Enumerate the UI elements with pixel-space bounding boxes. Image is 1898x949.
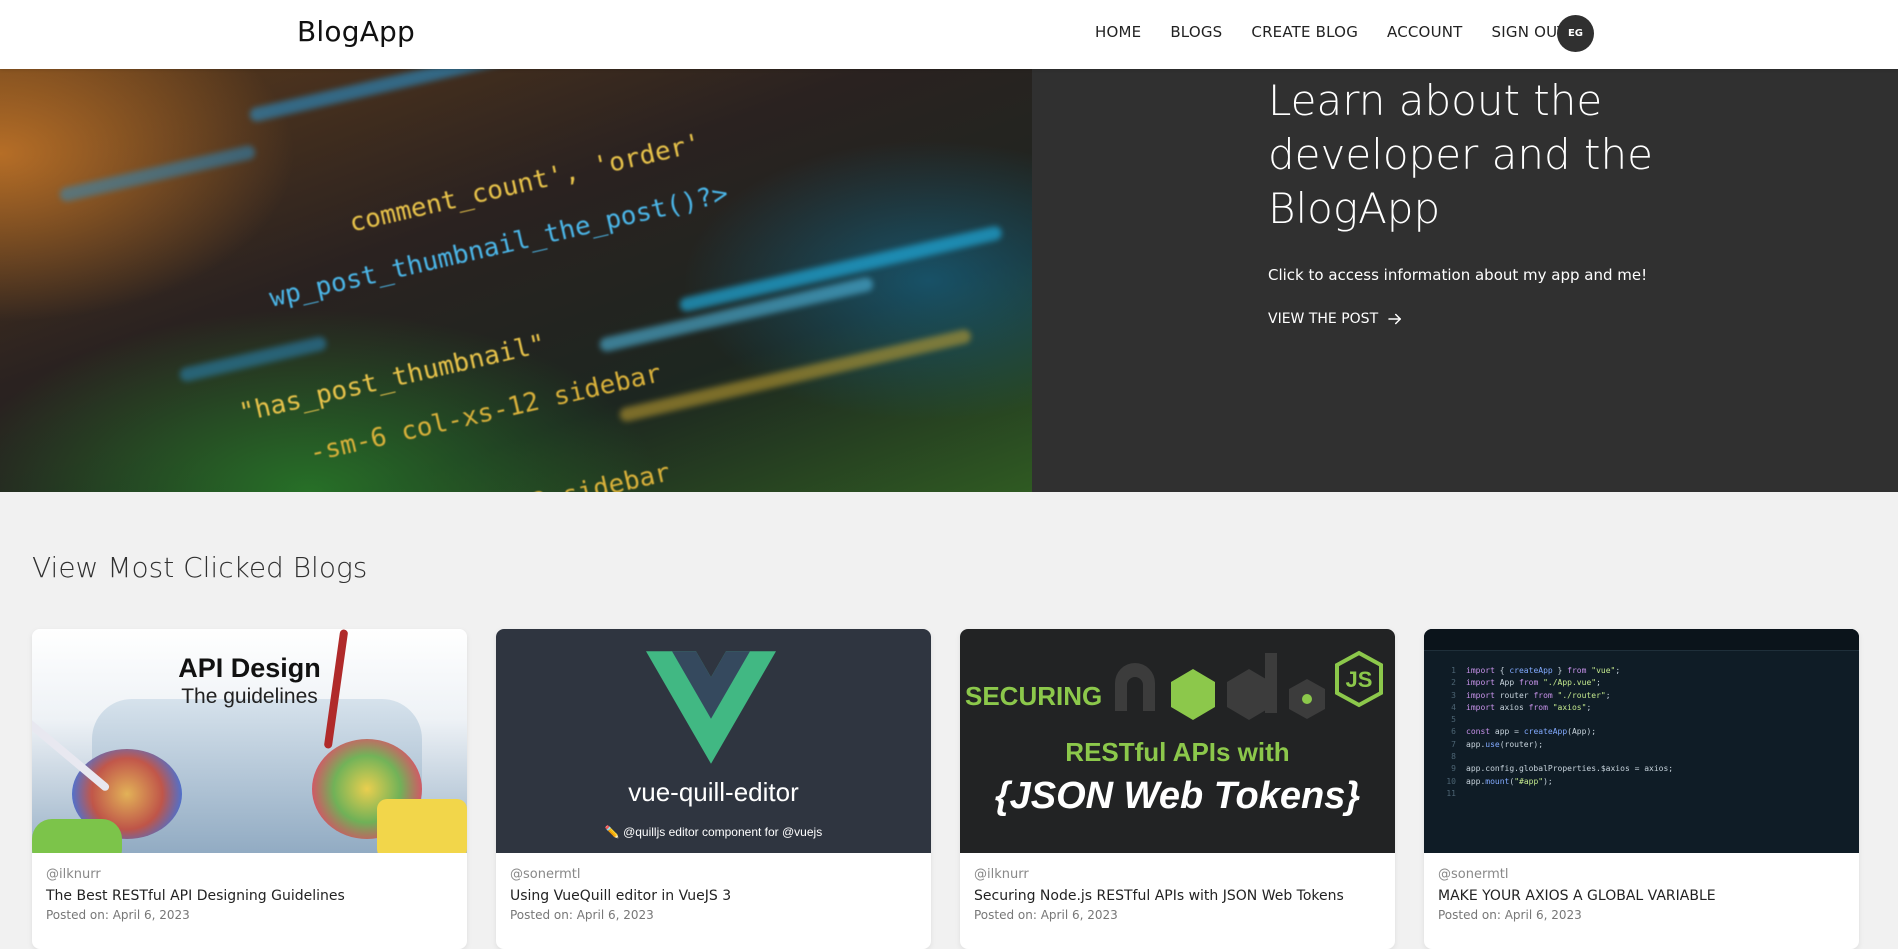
blog-cards: API Design The guidelines @ilknurr The B… [32, 629, 1859, 949]
card-image-tagline: {JSON Web Tokens} [994, 775, 1361, 817]
blog-card-image: 1 import { createApp } from "vue"; 2 impor… [1424, 629, 1859, 853]
card-image-title: SECURING [965, 681, 1103, 711]
card-image-subtitle: ✏️ @quilljs editor component for @vuejs [604, 825, 823, 839]
blog-card-body: @ilknurr The Best RESTful API Designing … [32, 853, 467, 922]
blog-card-image: vue-quill-editor ✏️ @quilljs editor comp… [496, 629, 931, 853]
blog-card-body: @sonermtl Using VueQuill editor in VueJS… [496, 853, 931, 922]
card-author[interactable]: @sonermtl [1438, 867, 1845, 882]
section-title: View Most Clicked Blogs [32, 551, 368, 584]
blog-card[interactable]: SECURING JS RESTful APIs with {JSON Web … [960, 629, 1395, 949]
blog-card-body: @sonermtl MAKE YOUR AXIOS A GLOBAL VARIA… [1424, 853, 1859, 922]
nav-link-create-blog[interactable]: CREATE BLOG [1251, 23, 1358, 41]
view-the-post-label: VIEW THE POST [1268, 311, 1379, 327]
editor-tab-bar [1424, 629, 1859, 651]
hero-title: Learn about the developer and the BlogAp… [1268, 76, 1653, 233]
card-date: Posted on: April 6, 2023 [974, 908, 1118, 922]
nav-link-account[interactable]: ACCOUNT [1387, 23, 1463, 41]
card-image-title: vue-quill-editor [628, 777, 799, 807]
card-author[interactable]: @sonermtl [510, 867, 917, 882]
arrow-right-icon [1388, 313, 1402, 325]
hero-subtitle: Click to access information about my app… [1268, 266, 1648, 284]
card-date: Posted on: April 6, 2023 [1438, 908, 1582, 922]
card-author[interactable]: @ilknurr [974, 867, 1381, 882]
card-title[interactable]: Securing Node.js RESTful APIs with JSON … [974, 888, 1381, 904]
hero-banner: comment_count', 'order' wp_post_thumbnai… [0, 69, 1898, 492]
user-avatar[interactable]: EG [1557, 15, 1594, 52]
hero-text-block: Learn about the developer and the BlogAp… [1268, 74, 1728, 328]
card-image-title: API Design [178, 653, 321, 683]
hero-code-image: comment_count', 'order' wp_post_thumbnai… [0, 69, 1032, 492]
code-snippet: 1 import { createApp } from "vue"; 2 impor… [1446, 666, 1674, 798]
blog-card-body: @ilknurr Securing Node.js RESTful APIs w… [960, 853, 1395, 922]
card-image-subtitle: RESTful APIs with [1065, 737, 1290, 767]
brand-logo[interactable]: BlogApp [297, 15, 415, 48]
view-the-post-link[interactable]: VIEW THE POST [1268, 310, 1404, 328]
top-navbar: BlogApp HOME BLOGS CREATE BLOG ACCOUNT S… [0, 0, 1898, 69]
card-image-subtitle: The guidelines [181, 685, 318, 708]
blog-card-image: SECURING JS RESTful APIs with {JSON Web … [960, 629, 1395, 853]
nav-links: HOME BLOGS CREATE BLOG ACCOUNT SIGN OUT [1095, 23, 1567, 41]
card-title[interactable]: The Best RESTful API Designing Guideline… [46, 888, 453, 904]
nav-link-blogs[interactable]: BLOGS [1170, 23, 1222, 41]
nodejs-logo-icon: JS [1115, 650, 1383, 720]
blog-card-image: API Design The guidelines [32, 629, 467, 853]
card-date: Posted on: April 6, 2023 [46, 908, 190, 922]
blog-card[interactable]: API Design The guidelines @ilknurr The B… [32, 629, 467, 949]
vue-logo-icon [646, 651, 776, 764]
card-title[interactable]: MAKE YOUR AXIOS A GLOBAL VARIABLE [1438, 888, 1845, 904]
blog-card[interactable]: 1 import { createApp } from "vue"; 2 impor… [1424, 629, 1859, 949]
card-title[interactable]: Using VueQuill editor in VueJS 3 [510, 888, 917, 904]
blog-card[interactable]: vue-quill-editor ✏️ @quilljs editor comp… [496, 629, 931, 949]
nav-link-sign-out[interactable]: SIGN OUT [1492, 23, 1567, 41]
card-date: Posted on: April 6, 2023 [510, 908, 654, 922]
card-author[interactable]: @ilknurr [46, 867, 453, 882]
svg-text:JS: JS [1346, 667, 1373, 692]
nav-link-home[interactable]: HOME [1095, 23, 1141, 41]
